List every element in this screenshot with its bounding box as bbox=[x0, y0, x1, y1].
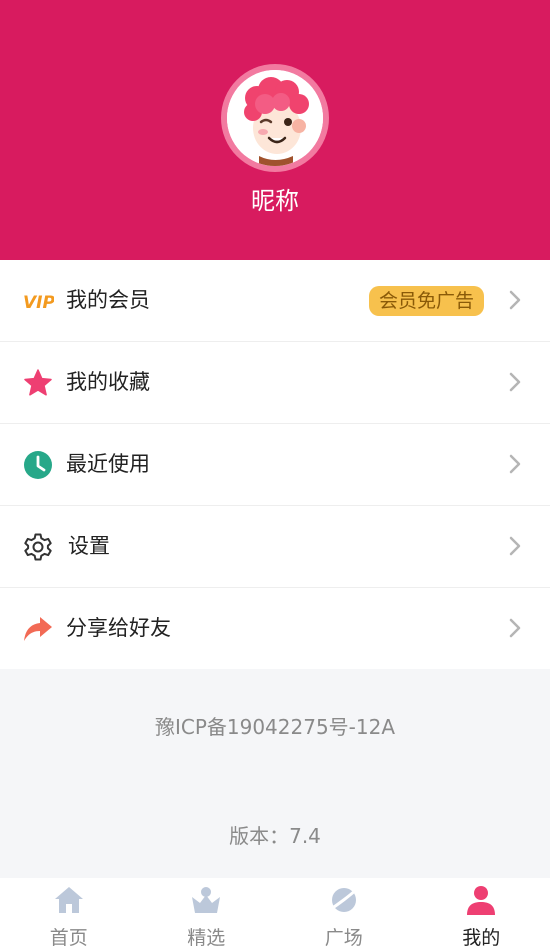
share-arrow-icon bbox=[22, 613, 54, 645]
user-icon bbox=[467, 886, 496, 915]
tab-plaza[interactable]: 广场 bbox=[275, 878, 413, 949]
svg-text:VIP: VIP bbox=[23, 293, 54, 313]
tab-home[interactable]: 首页 bbox=[0, 878, 138, 949]
avatar[interactable] bbox=[221, 64, 329, 172]
cartoon-avatar-icon bbox=[227, 70, 323, 166]
tab-label: 广场 bbox=[324, 927, 363, 949]
vip-icon: VIP bbox=[22, 285, 54, 317]
chevron-right-icon bbox=[509, 290, 521, 310]
profile-page: 昵称 VIP 我的会员 会员免广告 我的收藏 最近使用 设置 分享给好友 豫IC… bbox=[0, 0, 550, 949]
menu-item-label: 我的收藏 bbox=[66, 370, 150, 394]
profile-header: 昵称 bbox=[0, 0, 550, 260]
tab-label: 精选 bbox=[187, 927, 226, 949]
tab-featured[interactable]: 精选 bbox=[138, 878, 276, 949]
menu-item-favorites[interactable]: 我的收藏 bbox=[0, 342, 550, 424]
star-icon bbox=[22, 367, 54, 399]
tab-label: 首页 bbox=[49, 927, 88, 949]
menu-item-label: 最近使用 bbox=[66, 452, 150, 476]
chevron-right-icon bbox=[509, 536, 521, 556]
menu-item-label: 设置 bbox=[68, 534, 110, 558]
menu-item-membership[interactable]: VIP 我的会员 会员免广告 bbox=[0, 260, 550, 342]
tab-mine[interactable]: 我的 bbox=[413, 878, 550, 949]
version-text: 版本：7.4 bbox=[229, 824, 321, 848]
menu-item-label: 分享给好友 bbox=[66, 616, 171, 640]
chevron-right-icon bbox=[509, 454, 521, 474]
chevron-right-icon bbox=[509, 618, 521, 638]
clock-icon bbox=[22, 449, 54, 481]
nickname[interactable]: 昵称 bbox=[0, 184, 550, 218]
bottom-tab-bar: 首页 精选 广场 我的 bbox=[0, 878, 550, 949]
menu-item-label: 我的会员 bbox=[66, 288, 150, 312]
home-icon bbox=[54, 887, 83, 913]
planet-icon bbox=[329, 886, 360, 912]
gear-icon bbox=[22, 531, 54, 563]
tab-label: 我的 bbox=[462, 927, 501, 949]
chevron-right-icon bbox=[509, 372, 521, 392]
crown-icon bbox=[192, 887, 221, 913]
menu-item-settings[interactable]: 设置 bbox=[0, 506, 550, 588]
menu-item-recent[interactable]: 最近使用 bbox=[0, 424, 550, 506]
ad-free-badge: 会员免广告 bbox=[368, 286, 484, 316]
icp-license-text[interactable]: 豫ICP备19042275号-12A bbox=[0, 712, 550, 742]
profile-menu: VIP 我的会员 会员免广告 我的收藏 最近使用 设置 分享给好友 bbox=[0, 260, 550, 669]
menu-item-share[interactable]: 分享给好友 bbox=[0, 588, 550, 669]
